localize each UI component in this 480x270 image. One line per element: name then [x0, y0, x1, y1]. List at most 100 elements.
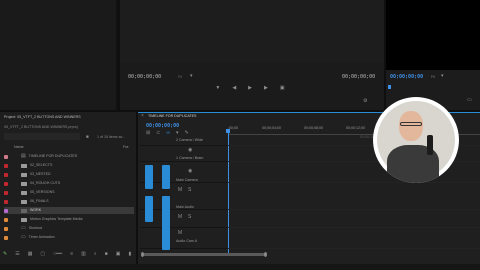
- play-icon[interactable]: ▶: [248, 86, 252, 92]
- list-item-selected[interactable]: WORK: [4, 207, 134, 214]
- mute-icon[interactable]: M: [178, 215, 182, 220]
- folder-icon: [21, 217, 27, 222]
- label-color: [4, 172, 8, 177]
- list-item[interactable]: ▭ Timer Animation: [4, 234, 134, 241]
- fit-dropdown[interactable]: Fit: [178, 75, 182, 80]
- playhead-handle[interactable]: [226, 129, 230, 133]
- label-color: [4, 208, 8, 213]
- zoom-slider[interactable]: ○━━: [53, 251, 62, 257]
- ruler-tick: 00;00;04;00: [262, 126, 281, 130]
- folder-icon: [21, 190, 27, 195]
- label-color: [4, 226, 8, 231]
- timeline-tab[interactable]: TIMELINE FOR DUPLICATES: [148, 114, 196, 119]
- folder-icon: [21, 199, 27, 204]
- track-lane[interactable]: [228, 184, 480, 210]
- track-header-main-camera[interactable]: ◉ Main Camera: [140, 163, 227, 183]
- program-fit-dropdown[interactable]: Fit: [431, 75, 435, 80]
- step-forward-icon[interactable]: ▶: [264, 86, 268, 92]
- chevron-down-icon[interactable]: ▾: [190, 74, 193, 79]
- track-lane[interactable]: [228, 229, 480, 249]
- monitor-divider: [116, 0, 118, 110]
- track-header-v1[interactable]: ◉ 1 Camera / Bram: [140, 146, 227, 162]
- project-panel: Project: 05_VTFT_2 BUTTONS AND WINNERS 0…: [0, 112, 136, 270]
- label-color: [4, 163, 8, 168]
- ruler-tick: 00;00;12;00: [346, 126, 365, 130]
- program-timecode: 00;00;00;00: [390, 74, 424, 80]
- item-label: 04_ROUGH CUTS: [30, 181, 61, 186]
- track-lane[interactable]: [228, 211, 480, 228]
- source-monitor-panel: [0, 0, 118, 110]
- webcam-microphone: [427, 135, 433, 155]
- source-patch-v1[interactable]: [145, 165, 153, 189]
- scrollbar-handle-left[interactable]: [141, 252, 144, 257]
- icon-view-icon[interactable]: ▦: [28, 251, 33, 257]
- list-item[interactable]: 06_FINALS: [4, 198, 134, 205]
- mark-in-icon[interactable]: ▼: [215, 86, 220, 92]
- list-item[interactable]: 02_SELECTS: [4, 162, 134, 169]
- item-label: TIMELINE FOR DUPLICATES: [28, 154, 78, 159]
- item-label: Motion Graphics Template Media: [30, 217, 83, 222]
- automate-icon[interactable]: ▥: [81, 251, 86, 257]
- folder-icon: [21, 181, 27, 186]
- list-item[interactable]: 05_VERSIONS: [4, 189, 134, 196]
- timeline-scrollbar[interactable]: [142, 253, 266, 256]
- close-icon[interactable]: ×: [141, 114, 144, 119]
- list-item[interactable]: Motion Graphics Template Media: [4, 216, 134, 223]
- column-frame-rate-header[interactable]: Fra: [123, 145, 128, 150]
- timeline-timecode[interactable]: 00;00;00;00: [146, 123, 179, 129]
- source-timecode-right: 00;00;00;00: [342, 74, 376, 80]
- item-label: Timer Animation: [28, 235, 55, 240]
- track-target-a1[interactable]: [162, 196, 170, 250]
- label-color: [4, 154, 8, 159]
- search-icon[interactable]: ⌕: [94, 251, 97, 257]
- item-label: 02_SELECTS: [30, 163, 53, 168]
- sequence-icon: ▤: [21, 153, 26, 159]
- list-item[interactable]: ▭ Shortcut: [4, 225, 134, 232]
- folder-icon: [21, 163, 27, 168]
- list-view-icon[interactable]: ☰: [15, 251, 19, 257]
- label-color: [4, 181, 8, 186]
- folder-icon: [21, 208, 27, 213]
- track-header-a3[interactable]: M Audio Cam A: [140, 229, 227, 249]
- settings-icon[interactable]: ⚙: [363, 99, 367, 104]
- track-header-a1[interactable]: M S Main Audio: [140, 184, 227, 210]
- file-icon: ▭: [21, 225, 26, 231]
- ruler-tick: 00;00;08;00: [304, 126, 323, 130]
- folder-icon[interactable]: ■: [86, 134, 89, 139]
- column-name-header[interactable]: Name: [14, 145, 24, 150]
- source-patch-a1[interactable]: [145, 196, 153, 222]
- solo-icon[interactable]: S: [188, 215, 191, 220]
- solo-icon[interactable]: S: [188, 188, 191, 193]
- sort-icon[interactable]: ≡: [70, 251, 73, 257]
- track-header-a2[interactable]: M S: [140, 211, 227, 228]
- mute-icon[interactable]: M: [178, 231, 182, 236]
- source-timecode-left: 00;00;00;00: [128, 74, 162, 80]
- item-label: Shortcut: [28, 226, 43, 231]
- label-color: [4, 235, 8, 240]
- eye-icon[interactable]: ◉: [188, 148, 192, 153]
- webcam-person-head: [399, 111, 423, 141]
- program-monitor-panel: 00;00;00;00 Fit ▾ 00;00;00;00 ▼ ◀ ▶ ▶ ▣ …: [120, 0, 384, 110]
- track-label: Main Camera: [176, 178, 198, 182]
- search-input[interactable]: [4, 133, 80, 140]
- track-target-v1[interactable]: [162, 165, 170, 189]
- eye-icon[interactable]: ◉: [188, 169, 192, 174]
- label-color: [4, 217, 8, 222]
- export-frame-icon[interactable]: ▭: [467, 98, 472, 103]
- list-item[interactable]: 04_ROUGH CUTS: [4, 180, 134, 187]
- pencil-icon[interactable]: ✎: [3, 251, 7, 257]
- items-count: 1 of 15 items se...: [97, 135, 126, 139]
- new-bin-icon[interactable]: ■: [105, 251, 108, 257]
- list-item[interactable]: 03_NESTED: [4, 171, 134, 178]
- mute-icon[interactable]: M: [178, 188, 182, 193]
- chevron-down-icon[interactable]: ▾: [441, 74, 444, 79]
- new-item-icon[interactable]: ▣: [116, 251, 121, 257]
- export-frame-icon[interactable]: ▣: [280, 86, 285, 92]
- list-item[interactable]: ▤ TIMELINE FOR DUPLICATES: [4, 153, 134, 160]
- playhead-marker[interactable]: [388, 85, 391, 89]
- scrollbar-handle-right[interactable]: [264, 252, 267, 257]
- trash-icon[interactable]: ▮: [128, 251, 131, 257]
- step-back-icon[interactable]: ◀: [232, 86, 236, 92]
- freeform-view-icon[interactable]: ▢: [40, 251, 45, 257]
- track-header-v2[interactable]: 2 Camera / Wide: [140, 136, 227, 146]
